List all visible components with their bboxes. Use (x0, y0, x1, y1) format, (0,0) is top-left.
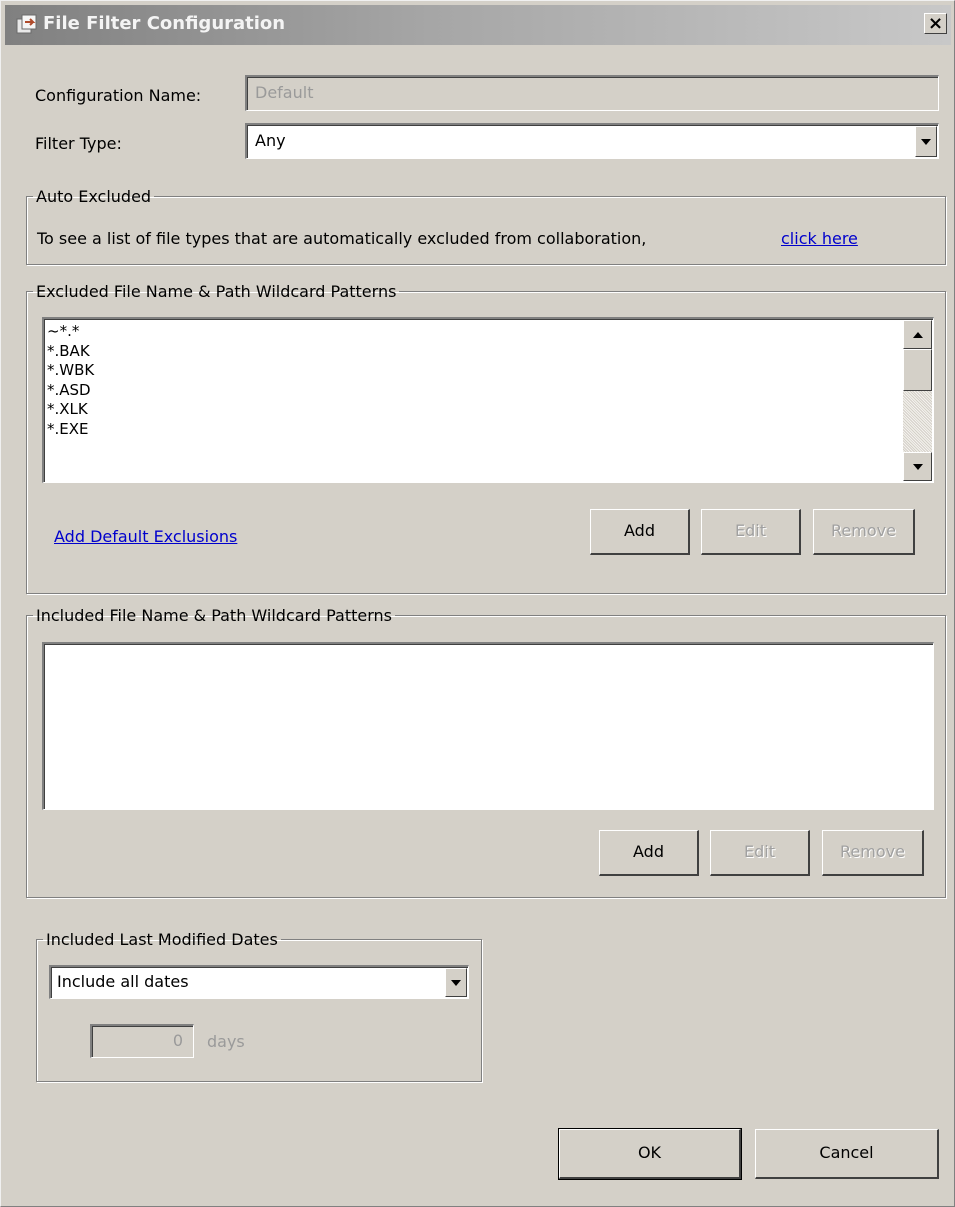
excluded-edit-button[interactable]: Edit (701, 509, 801, 555)
days-label: days (207, 1032, 245, 1051)
arrow-down-icon (912, 463, 923, 470)
title-bar[interactable]: File Filter Configuration × (5, 5, 951, 45)
excluded-list-scrollbar[interactable] (903, 320, 932, 481)
modified-dates-select[interactable]: Include all dates (49, 965, 469, 999)
excluded-remove-button[interactable]: Remove (813, 509, 915, 555)
included-add-button[interactable]: Add (599, 830, 699, 876)
included-edit-button[interactable]: Edit (710, 830, 810, 876)
days-value: 0 (172, 1031, 183, 1050)
scroll-thumb[interactable] (903, 349, 932, 391)
filter-type-select[interactable]: Any (245, 123, 939, 159)
list-item[interactable]: *.EXE (47, 420, 94, 440)
list-item[interactable]: *.BAK (47, 342, 94, 362)
excluded-patterns-legend: Excluded File Name & Path Wildcard Patte… (36, 282, 397, 301)
modified-dates-legend: Included Last Modified Dates (46, 930, 278, 949)
included-patterns-legend: Included File Name & Path Wildcard Patte… (36, 606, 392, 625)
filter-type-dropdown-button[interactable] (915, 126, 937, 157)
excluded-patterns-list[interactable]: ~*.* *.BAK *.WBK *.ASD *.XLK *.EXE (42, 317, 934, 483)
chevron-down-icon (921, 138, 931, 145)
included-remove-button[interactable]: Remove (822, 830, 924, 876)
auto-excluded-group: Auto Excluded (26, 187, 946, 265)
ok-button[interactable]: OK (558, 1128, 742, 1180)
chevron-down-icon (451, 979, 461, 986)
included-patterns-list[interactable] (42, 642, 934, 810)
modified-dates-dropdown-button[interactable] (445, 968, 467, 997)
arrow-up-icon (912, 331, 923, 338)
close-icon: × (927, 13, 944, 34)
filter-type-value: Any (255, 131, 286, 150)
config-name-field: Default (245, 75, 939, 111)
auto-excluded-legend: Auto Excluded (36, 187, 152, 206)
click-here-link[interactable]: click here (781, 229, 858, 248)
add-default-exclusions-link[interactable]: Add Default Exclusions (54, 527, 237, 546)
list-item[interactable]: *.XLK (47, 400, 94, 420)
app-icon (16, 14, 37, 34)
excluded-add-button[interactable]: Add (590, 509, 690, 555)
file-filter-dialog: File Filter Configuration × Configuratio… (0, 0, 955, 1207)
modified-dates-group: Included Last Modified Dates (36, 930, 482, 1082)
modified-dates-value: Include all dates (57, 972, 189, 991)
cancel-button[interactable]: Cancel (755, 1129, 939, 1179)
list-item[interactable]: ~*.* (47, 322, 94, 342)
window-title: File Filter Configuration (43, 13, 286, 34)
config-name-label: Configuration Name: (35, 86, 202, 105)
config-name-value: Default (255, 83, 314, 102)
list-item[interactable]: *.WBK (47, 361, 94, 381)
days-input: 0 (90, 1024, 194, 1058)
filter-type-label: Filter Type: (35, 134, 122, 153)
close-button[interactable]: × (924, 13, 947, 34)
list-item[interactable]: *.ASD (47, 381, 94, 401)
auto-excluded-text: To see a list of file types that are aut… (37, 229, 647, 248)
scroll-up-button[interactable] (903, 320, 932, 349)
excluded-patterns-items: ~*.* *.BAK *.WBK *.ASD *.XLK *.EXE (47, 322, 94, 439)
scroll-down-button[interactable] (903, 452, 932, 481)
